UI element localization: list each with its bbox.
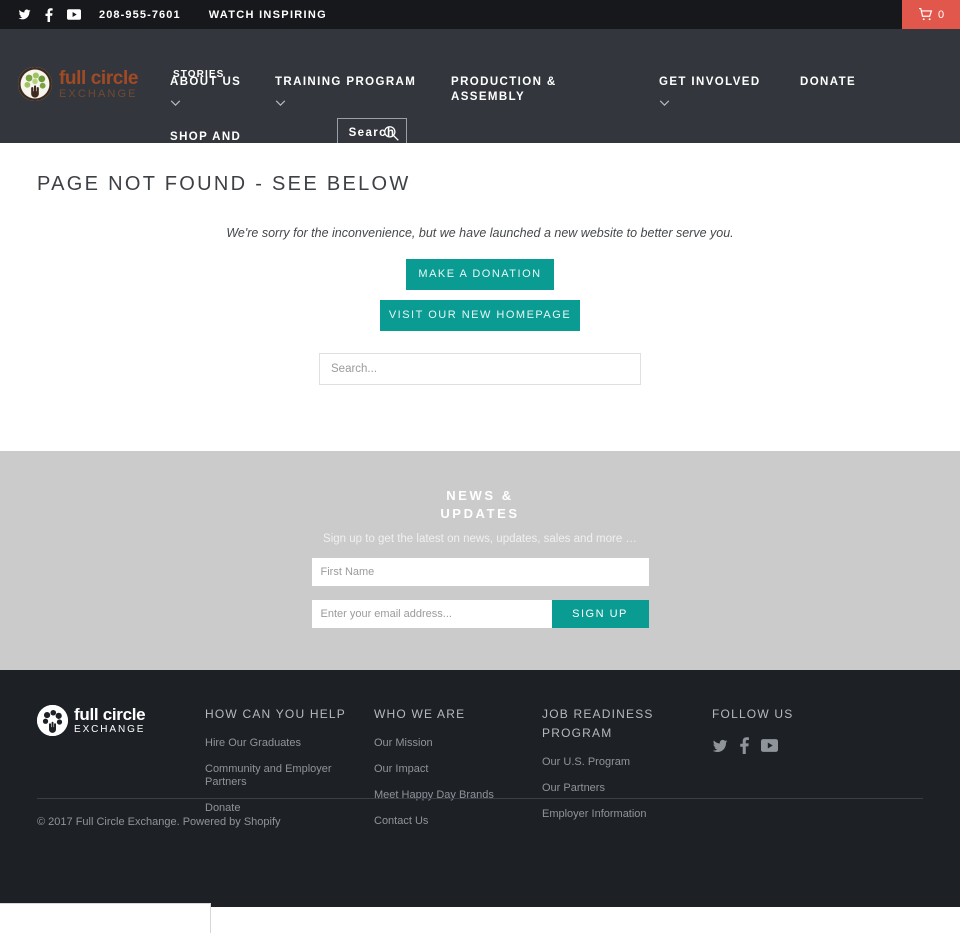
chevron-down-icon (275, 96, 286, 106)
nav-item-training-program-label: TRAINING PROGRAM (275, 76, 417, 88)
newsletter-heading: NEWS & UPDATES (440, 488, 520, 521)
footer-link[interactable]: Our Impact (374, 763, 524, 776)
footer-link[interactable]: Contact Us (374, 815, 524, 828)
footer-heading: WHO WE ARE (374, 707, 466, 721)
visit-new-homepage-button[interactable]: VISIT OUR NEW HOMEPAGE (380, 300, 580, 331)
copyright: © 2017 Full Circle Exchange. Powered by … (37, 816, 281, 828)
first-name-input[interactable] (311, 558, 649, 586)
footer-column-follow-us: FOLLOW US (712, 705, 793, 841)
footer-heading: FOLLOW US (712, 707, 794, 721)
watch-inspiring-link[interactable]: WATCH INSPIRING (209, 9, 327, 21)
copyright-text: © 2017 Full Circle Exchange. (37, 816, 183, 828)
tree-hand-circle-icon (18, 67, 52, 101)
topbar-social-links (18, 7, 81, 22)
footer-logo-word-primary: full circle (74, 705, 146, 724)
email-input[interactable] (311, 600, 552, 628)
footer-link[interactable]: Community and Employer Partners (205, 763, 355, 789)
site-logo[interactable]: full circle EXCHANGE (18, 67, 138, 101)
footer-link[interactable]: Our Partners (542, 782, 692, 795)
make-a-donation-button[interactable]: MAKE A DONATION (406, 259, 554, 290)
footer-logo[interactable]: full circle EXCHANGE (37, 705, 205, 736)
youtube-icon[interactable] (67, 9, 81, 20)
shopping-cart-icon (918, 8, 933, 21)
chevron-down-icon (659, 96, 670, 106)
nav-item-about-us[interactable]: ABOUT US (170, 75, 242, 106)
chat-widget-panel[interactable] (0, 903, 211, 933)
main-content: PAGE NOT FOUND - SEE BELOW We're sorry f… (0, 143, 960, 451)
facebook-icon[interactable] (45, 7, 53, 22)
newsletter-form: SIGN UP (311, 558, 649, 628)
footer-social-links (712, 737, 793, 754)
newsletter-section: NEWS & UPDATES Sign up to get the latest… (0, 451, 960, 670)
apology-text: We're sorry for the inconvenience, but w… (226, 226, 734, 240)
logo-word-secondary: EXCHANGE (59, 87, 138, 100)
nav-item-production-assembly[interactable]: PRODUCTION & ASSEMBLY (451, 75, 581, 105)
youtube-icon[interactable] (761, 739, 778, 752)
footer-divider (37, 798, 923, 799)
chevron-down-icon (170, 96, 181, 106)
footer-heading: JOB READINESS PROGRAM (542, 707, 654, 740)
nav-item-donate[interactable]: DONATE (800, 75, 856, 90)
powered-by-shopify-link[interactable]: Powered by Shopify (183, 816, 281, 828)
nav-item-get-involved[interactable]: GET INVOLVED (659, 75, 761, 106)
phone-link[interactable]: 208-955-7601 (99, 9, 181, 21)
cart-count: 0 (937, 8, 945, 21)
footer-link[interactable]: Meet Happy Day Brands (374, 789, 524, 802)
footer-link[interactable]: Hire Our Graduates (205, 737, 355, 750)
nav-item-get-involved-label: GET INVOLVED (659, 76, 761, 88)
footer-heading: HOW CAN YOU HELP (205, 707, 346, 721)
newsletter-subtext: Sign up to get the latest on news, updat… (323, 533, 637, 545)
footer-link[interactable]: Donate (205, 802, 355, 815)
tree-hand-circle-icon (37, 705, 68, 736)
nav-item-about-us-label: ABOUT US (170, 76, 242, 88)
main-navigation: STORIES ABOUT US TRAINING PROGRAM PRODUC… (170, 29, 960, 158)
cart-button[interactable]: 0 (902, 0, 960, 29)
site-header: full circle EXCHANGE STORIES ABOUT US TR… (0, 29, 960, 158)
site-footer: full circle EXCHANGE HOW CAN YOU HELP Hi… (0, 670, 960, 907)
twitter-icon[interactable] (712, 738, 728, 754)
search-input[interactable] (319, 353, 641, 385)
nav-item-training-program[interactable]: TRAINING PROGRAM (275, 75, 417, 106)
footer-link[interactable]: Employer Information (542, 808, 692, 821)
sign-up-button[interactable]: SIGN UP (551, 600, 649, 628)
twitter-icon[interactable] (18, 8, 31, 21)
page-title: PAGE NOT FOUND - SEE BELOW (37, 173, 411, 195)
footer-logo-word-secondary: EXCHANGE (74, 724, 146, 735)
footer-column-job-readiness-program: JOB READINESS PROGRAM Our U.S. Program O… (542, 705, 712, 841)
top-utility-bar: 208-955-7601 WATCH INSPIRING 0 (0, 0, 960, 29)
facebook-icon[interactable] (740, 737, 749, 754)
footer-link[interactable]: Our Mission (374, 737, 524, 750)
footer-link[interactable]: Our U.S. Program (542, 756, 692, 769)
footer-column-who-we-are: WHO WE ARE Our Mission Our Impact Meet H… (374, 705, 542, 841)
logo-word-primary: full circle (59, 67, 139, 89)
